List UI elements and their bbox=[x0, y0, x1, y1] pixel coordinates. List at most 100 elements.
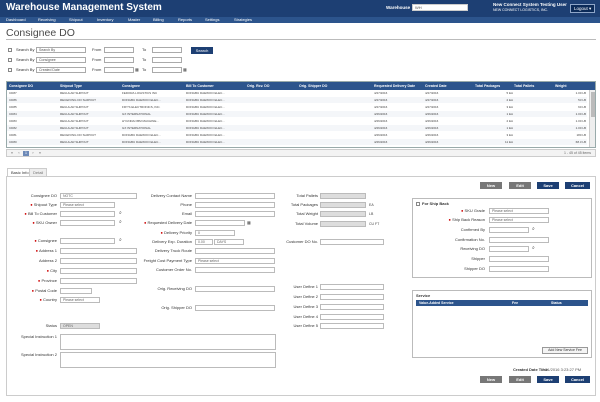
tab-detail[interactable]: Detail bbox=[29, 168, 48, 176]
nav-billing[interactable]: Billing bbox=[153, 17, 164, 23]
receiving-do-field[interactable] bbox=[489, 246, 529, 252]
consignee-do-field[interactable]: NOTC bbox=[60, 193, 137, 199]
grid-scrollbar[interactable] bbox=[589, 90, 595, 147]
search-checkbox[interactable] bbox=[8, 68, 12, 72]
customer-do-no-field[interactable] bbox=[320, 239, 384, 245]
delivery-truck-route-field[interactable] bbox=[195, 248, 275, 254]
column-header[interactable]: Orig. Rcv. DO bbox=[247, 82, 270, 90]
column-header[interactable]: Total Packages bbox=[475, 82, 500, 90]
column-header[interactable]: Shipout Type bbox=[60, 82, 82, 90]
ship-back-checkbox[interactable] bbox=[416, 202, 420, 206]
search-icon[interactable]: ⌕ bbox=[119, 237, 122, 243]
search-field-select[interactable]: Search By bbox=[36, 47, 86, 53]
to-date-input[interactable] bbox=[152, 67, 182, 73]
shipout-type-select[interactable]: Please select bbox=[60, 202, 115, 208]
edit-button[interactable]: Edit bbox=[509, 376, 531, 383]
column-header[interactable]: Weight bbox=[555, 82, 567, 90]
user-define-2-field[interactable] bbox=[320, 294, 384, 300]
freight-cost-payment-select[interactable]: Please select bbox=[195, 258, 275, 264]
to-input[interactable] bbox=[152, 47, 182, 53]
sku-grade-select[interactable]: Please select bbox=[489, 208, 549, 214]
requested-delivery-date-field[interactable] bbox=[195, 220, 245, 226]
save-button[interactable]: Save bbox=[537, 182, 559, 189]
search-icon[interactable]: ⌕ bbox=[532, 245, 535, 251]
special-instruction-2-textarea[interactable] bbox=[60, 352, 276, 368]
email-field[interactable] bbox=[195, 211, 275, 217]
bill-to-field[interactable] bbox=[60, 211, 115, 217]
warehouse-select[interactable]: WH bbox=[412, 4, 468, 11]
user-define-1-field[interactable] bbox=[320, 284, 384, 290]
cancel-button[interactable]: Cancel bbox=[565, 376, 590, 383]
save-button[interactable]: Save bbox=[537, 376, 559, 383]
column-header[interactable]: Created Date bbox=[425, 82, 447, 90]
shipper-do-field[interactable] bbox=[489, 266, 549, 272]
from-input[interactable] bbox=[104, 47, 134, 53]
from-input[interactable] bbox=[104, 57, 134, 63]
delivery-contact-field[interactable] bbox=[195, 193, 275, 199]
sku-owner-field[interactable] bbox=[60, 220, 115, 226]
table-row[interactable]: CD84 REGULAR SHIPOUT GX INTERNATIONAL DONGB… bbox=[7, 111, 587, 117]
delivery-exp-duration-field[interactable]: 0.00 bbox=[195, 239, 213, 245]
search-field-select[interactable]: Consignee bbox=[36, 57, 86, 63]
search-checkbox[interactable] bbox=[8, 48, 12, 52]
duration-unit-select[interactable]: DAYS bbox=[214, 239, 244, 245]
first-page-button[interactable]: « bbox=[9, 151, 15, 156]
table-row[interactable]: CD87 REGULAR SHIPOUT FEDORA LOGISTICS INC D… bbox=[7, 90, 587, 96]
from-date-input[interactable] bbox=[104, 67, 134, 73]
user-define-5-field[interactable] bbox=[320, 323, 384, 329]
table-row[interactable]: CD83 REGULAR SHIPOUT HYUNDAI IBM MACHINE..… bbox=[7, 118, 587, 124]
customer-order-no-field[interactable] bbox=[195, 267, 275, 273]
logout-button[interactable]: Logout ▾ bbox=[570, 4, 595, 13]
column-header[interactable]: Consignee DO bbox=[9, 82, 33, 90]
to-input[interactable] bbox=[152, 57, 182, 63]
column-header[interactable]: Requested Delivery Date bbox=[374, 82, 415, 90]
special-instruction-1-textarea[interactable] bbox=[60, 334, 276, 350]
table-row[interactable]: CD85 REGULAR SHIPOUT FRY'S ELECTRONICS, IN… bbox=[7, 104, 587, 110]
table-row[interactable]: CD81 RECEIVING DO SHIPOUT DONGBU DAEWOO EL… bbox=[7, 132, 587, 138]
orig-shipper-do-field[interactable] bbox=[195, 305, 275, 311]
table-row[interactable]: CD80 REGULAR SHIPOUT DONGBU DAEWOO ELEC...… bbox=[7, 139, 587, 145]
cancel-button[interactable]: Cancel bbox=[565, 182, 590, 189]
edit-button[interactable]: Edit bbox=[509, 182, 531, 189]
table-row[interactable]: CD82 REGULAR SHIPOUT GX INTERNATIONAL DONGB… bbox=[7, 125, 587, 131]
nav-dashboard[interactable]: Dashboard bbox=[6, 17, 26, 23]
calendar-icon[interactable]: ▦ bbox=[247, 220, 251, 226]
add-service-fee-button[interactable]: Add New Service Fee bbox=[542, 347, 588, 354]
search-icon[interactable]: ⌕ bbox=[532, 226, 535, 232]
nav-inventory[interactable]: Inventory bbox=[97, 17, 113, 23]
city-field[interactable] bbox=[60, 268, 137, 274]
search-checkbox[interactable] bbox=[8, 58, 12, 62]
address1-field[interactable] bbox=[60, 248, 137, 254]
nav-shipout[interactable]: Shipout bbox=[69, 17, 83, 23]
province-field[interactable] bbox=[60, 278, 137, 284]
next-page-button[interactable]: › bbox=[30, 151, 36, 156]
nav-master[interactable]: Master bbox=[128, 17, 140, 23]
search-icon[interactable]: ⌕ bbox=[119, 219, 122, 225]
search-button[interactable]: Search bbox=[191, 47, 213, 54]
shipper-field[interactable] bbox=[489, 256, 549, 262]
ship-back-reason-select[interactable]: Please select bbox=[489, 217, 549, 223]
column-header[interactable]: Bill To Customer bbox=[186, 82, 214, 90]
table-row[interactable]: CD86 RECEIVING DO SHIPOUT DONGBU DAEWOO EL… bbox=[7, 97, 587, 103]
calendar-icon[interactable]: ▦ bbox=[135, 67, 139, 73]
consignee-field[interactable] bbox=[60, 238, 115, 244]
nav-strategies[interactable]: Strategies bbox=[234, 17, 252, 23]
nav-receiving[interactable]: Receiving bbox=[38, 17, 56, 23]
column-header[interactable]: Consignee bbox=[122, 82, 140, 90]
user-define-4-field[interactable] bbox=[320, 314, 384, 320]
address2-field[interactable] bbox=[60, 258, 137, 264]
search-field-select[interactable]: Created Date bbox=[36, 67, 86, 73]
scroll-thumb[interactable] bbox=[591, 92, 595, 117]
column-header[interactable]: Orig. Shipper DO bbox=[299, 82, 327, 90]
confirmation-no-field[interactable] bbox=[489, 237, 549, 243]
new-button[interactable]: New bbox=[480, 376, 502, 383]
user-define-3-field[interactable] bbox=[320, 304, 384, 310]
country-select[interactable]: Please select bbox=[60, 297, 100, 303]
search-icon[interactable]: ⌕ bbox=[119, 210, 122, 216]
new-button[interactable]: New bbox=[480, 182, 502, 189]
orig-receiving-do-field[interactable] bbox=[195, 286, 275, 292]
last-page-button[interactable]: » bbox=[37, 151, 43, 156]
prev-page-button[interactable]: ‹ bbox=[16, 151, 22, 156]
nav-reports[interactable]: Reports bbox=[178, 17, 192, 23]
postal-code-field[interactable] bbox=[60, 288, 92, 294]
